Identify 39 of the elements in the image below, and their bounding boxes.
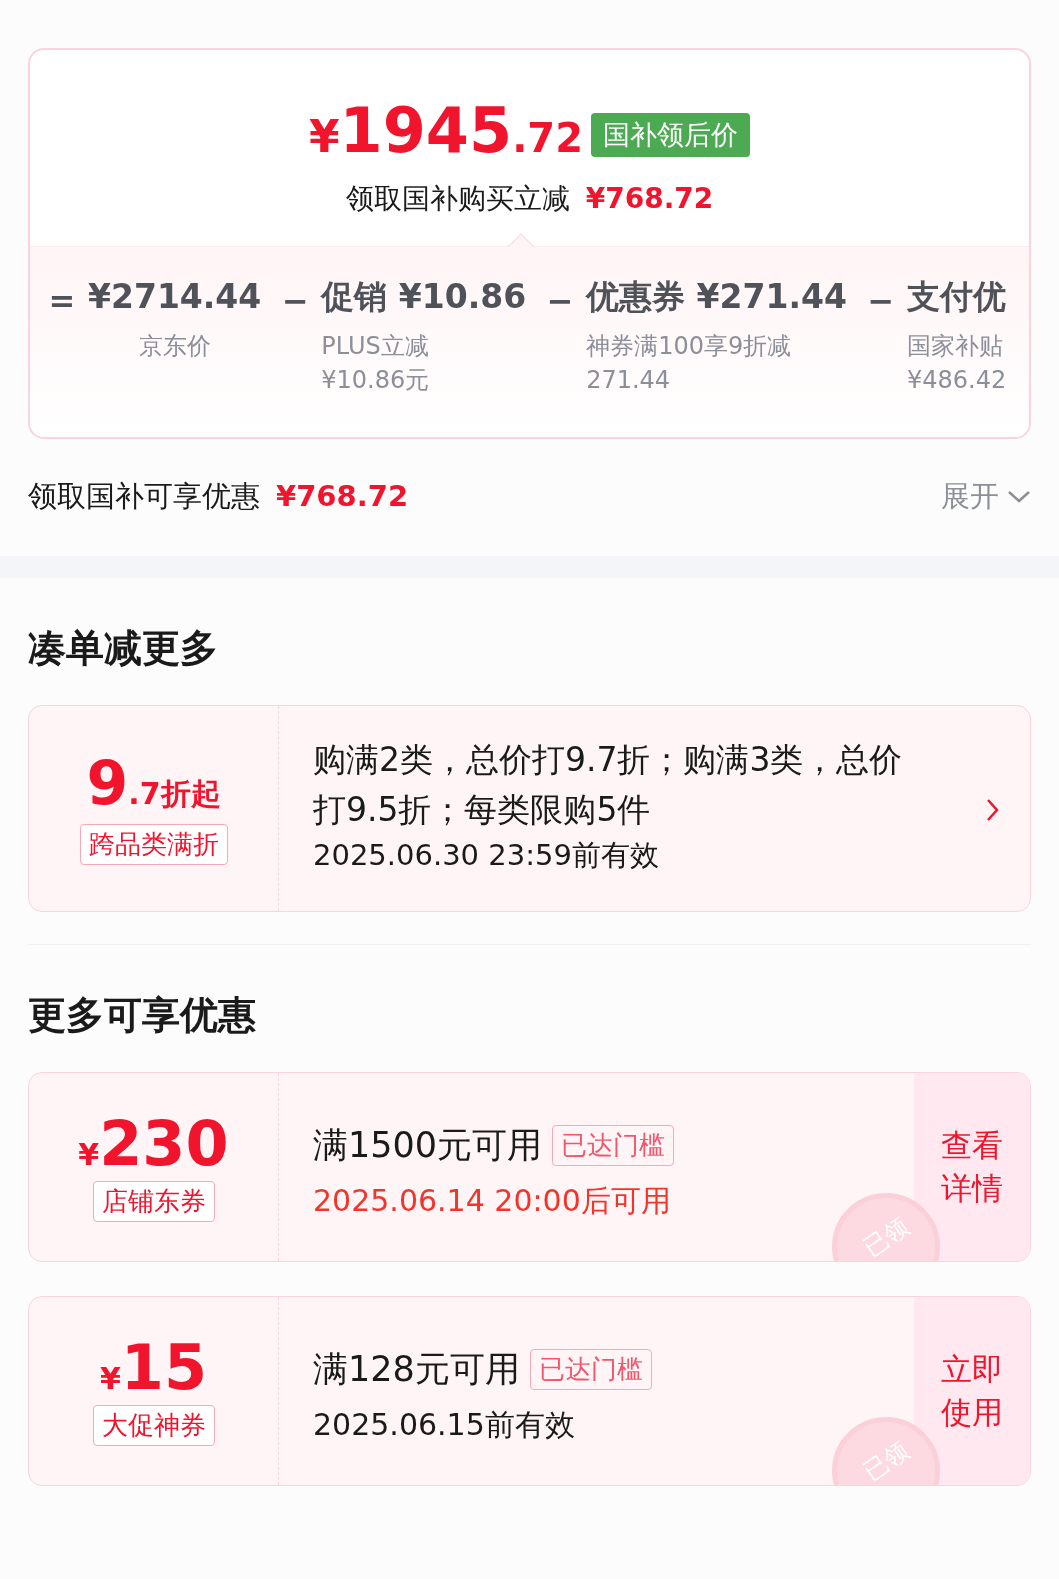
breakdown-amount: 支付优 [906, 277, 1007, 317]
offer-validity: 2025.06.30 23:59前有效 [313, 837, 660, 875]
breakdown-amount: 促销 ¥10.86 [321, 277, 527, 317]
summary-amount: ¥768.72 [276, 478, 409, 515]
coupon-condition: 满1500元可用 [313, 1124, 543, 1167]
offer-description: 购满2类，总价打9.7折；购满3类，总价打9.5折；每类限购5件 [313, 739, 904, 831]
breakdown-amount: 优惠券 ¥271.44 [586, 277, 847, 317]
operator-sign: − [866, 281, 896, 322]
section-title: 更多可享优惠 [27, 992, 257, 1039]
summary-label: 领取国补可享优惠 [28, 478, 260, 515]
discount-value: 9.7折起 [86, 752, 221, 816]
operator-sign: = [47, 281, 77, 322]
savings-label: 领取国补购买立减 [345, 181, 570, 217]
coupon-amount: ¥230 [78, 1112, 229, 1177]
breakdown-note: 神券满100享9折减 271.44 [586, 330, 793, 397]
operator-sign: − [545, 281, 575, 322]
coupon-action-button[interactable]: 立即使用 [914, 1297, 1030, 1485]
section-title: 凑单减更多 [27, 625, 219, 672]
coupon-validity: 2025.06.15前有效 [313, 1405, 576, 1444]
offer-card[interactable]: 9.7折起 跨品类满折 购满2类，总价打9.7折；购满3类，总价打9.5折；每类限购5件 2025.06.30 23:59前有效 [28, 705, 1031, 912]
breakdown-note: PLUS立减 ¥10.86元 [321, 330, 431, 397]
coupon-tag: 店铺东券 [92, 1180, 215, 1222]
price: ¥1945.72 [308, 100, 583, 169]
expand-toggle[interactable]: 展开 [941, 475, 1031, 519]
threshold-badge: 已达门槛 [529, 1348, 652, 1390]
threshold-badge: 已达门槛 [552, 1124, 675, 1166]
breakdown-note: 京东价 [137, 330, 212, 362]
coupon-tag: 大促神券 [92, 1404, 215, 1446]
coupon-action-button[interactable]: 查看详情 [914, 1073, 1030, 1261]
breakdown-note: 国家补贴 ¥486.42 [906, 330, 1007, 397]
breakdown-amount: ¥2714.44 [88, 277, 262, 317]
savings-amount: ¥768.72 [585, 181, 714, 217]
coupon-amount: ¥15 [99, 1336, 208, 1401]
offer-tag: 跨品类满折 [79, 823, 228, 865]
chevron-right-icon [986, 797, 1000, 822]
coupon-validity: 2025.06.14 20:00后可用 [313, 1181, 672, 1220]
coupon-condition: 满128元可用 [313, 1348, 520, 1391]
operator-sign: − [280, 281, 310, 322]
price-tag: 国补领后价 [591, 112, 750, 158]
